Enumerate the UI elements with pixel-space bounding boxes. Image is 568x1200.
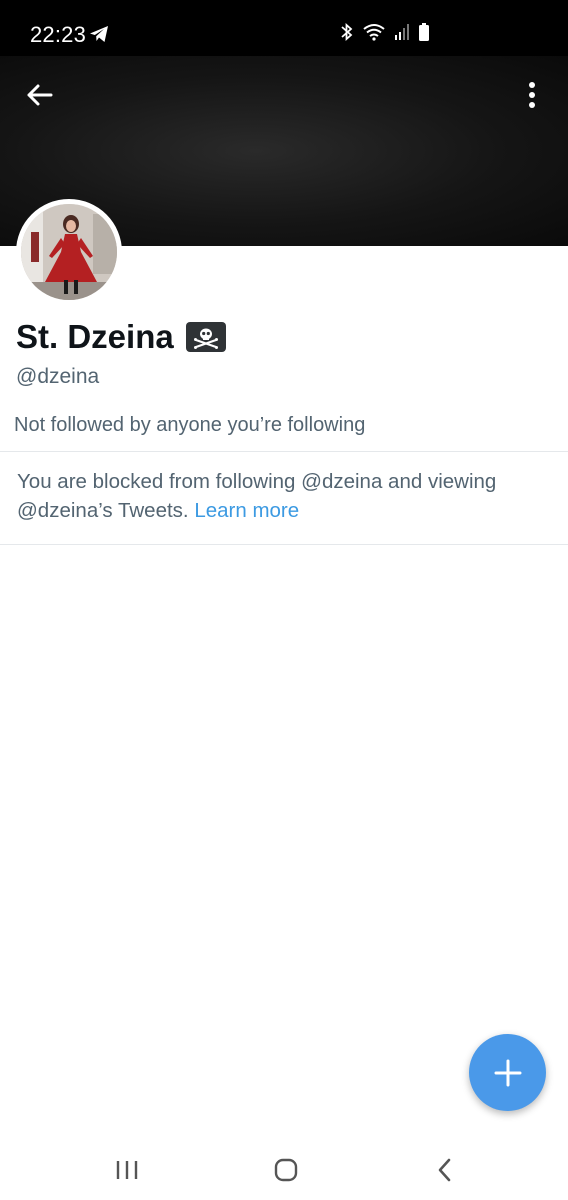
followers-you-know: Not followed by anyone you’re following <box>14 414 366 436</box>
learn-more-link[interactable]: Learn more <box>194 499 299 522</box>
profile-handle: @dzeina <box>16 365 100 388</box>
avatar-photo <box>21 204 117 300</box>
home-icon <box>274 1158 298 1182</box>
back-icon <box>438 1158 451 1182</box>
status-bar: 22:23 <box>0 0 568 56</box>
divider <box>0 544 568 545</box>
avatar[interactable] <box>16 199 122 305</box>
back-button[interactable] <box>22 78 56 112</box>
profile-name-row: St. Dzeina <box>16 318 226 356</box>
pirate-flag-icon <box>185 322 226 352</box>
system-nav-bar <box>0 1140 568 1200</box>
arrow-left-icon <box>27 84 53 106</box>
plus-icon <box>494 1059 521 1086</box>
more-vertical-icon <box>529 82 535 108</box>
status-icons <box>340 22 430 42</box>
more-options-button[interactable] <box>516 78 548 112</box>
status-time: 22:23 <box>30 22 87 47</box>
signal-icon <box>395 24 409 40</box>
bluetooth-icon <box>341 22 353 42</box>
system-back-button[interactable] <box>425 1152 465 1188</box>
display-name: St. Dzeina <box>16 318 174 355</box>
telegram-icon <box>90 26 108 42</box>
home-button[interactable] <box>266 1152 306 1188</box>
battery-icon <box>419 23 429 41</box>
blocked-notice: You are blocked from following @dzeina a… <box>17 467 547 525</box>
wifi-icon <box>363 24 385 41</box>
divider <box>0 451 568 452</box>
compose-tweet-button[interactable] <box>469 1034 546 1111</box>
recent-apps-icon <box>116 1161 138 1179</box>
recent-apps-button[interactable] <box>107 1152 147 1188</box>
